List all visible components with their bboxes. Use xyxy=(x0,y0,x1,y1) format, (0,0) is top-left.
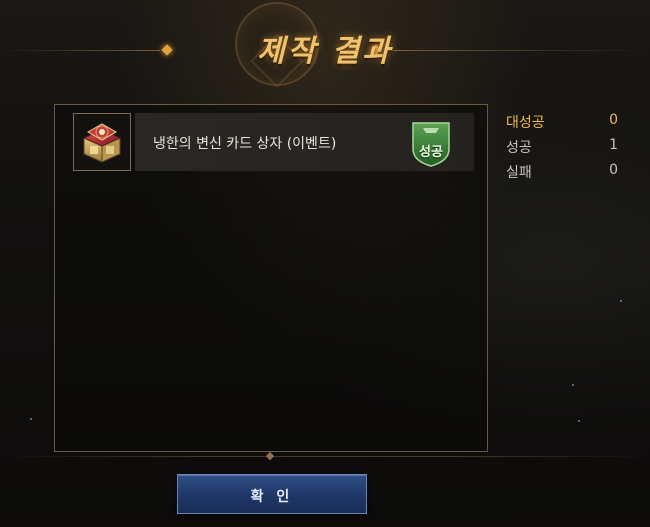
sparkle-decoration xyxy=(578,420,580,422)
sparkle-decoration xyxy=(572,384,574,386)
treasure-chest-icon xyxy=(82,123,122,163)
sparkle-decoration xyxy=(30,418,32,420)
stat-label: 성공 xyxy=(506,140,532,156)
bottom-ornament-icon: ◆ xyxy=(265,449,275,462)
title-bar: 제작 결과 xyxy=(0,0,650,90)
stat-great-success: 대성공 0 xyxy=(506,112,618,137)
stat-label: 실패 xyxy=(506,165,532,181)
stat-value: 1 xyxy=(609,137,618,153)
item-name: 냉한의 변신 카드 상자 (이벤트) xyxy=(153,136,337,152)
stat-failure: 실패 0 xyxy=(506,162,618,187)
result-list-panel: 냉한의 변신 카드 상자 (이벤트) 성공 xyxy=(54,104,488,452)
confirm-button[interactable]: 확 인 xyxy=(177,474,367,514)
confirm-button-label: 확 인 xyxy=(250,489,294,505)
stat-value: 0 xyxy=(609,112,618,128)
item-icon-frame xyxy=(73,113,131,171)
result-item-row: 냉한의 변신 카드 상자 (이벤트) 성공 xyxy=(135,113,474,171)
success-badge-label: 성공 xyxy=(419,145,443,160)
crafting-result-screen: 제작 결과 냉한의 변신 카드 상자 (이벤트) 성공 대성공 0 성공 1 실… xyxy=(0,0,650,527)
sparkle-decoration xyxy=(620,300,622,302)
result-list-item: 냉한의 변신 카드 상자 (이벤트) 성공 xyxy=(73,113,474,173)
result-stats: 대성공 0 성공 1 실패 0 xyxy=(506,112,618,187)
success-badge: 성공 xyxy=(409,119,453,167)
bottom-divider xyxy=(0,456,650,457)
stat-value: 0 xyxy=(609,162,618,178)
dialog-title: 제작 결과 xyxy=(257,34,393,69)
stat-label: 대성공 xyxy=(506,115,545,131)
stat-success: 성공 1 xyxy=(506,137,618,162)
